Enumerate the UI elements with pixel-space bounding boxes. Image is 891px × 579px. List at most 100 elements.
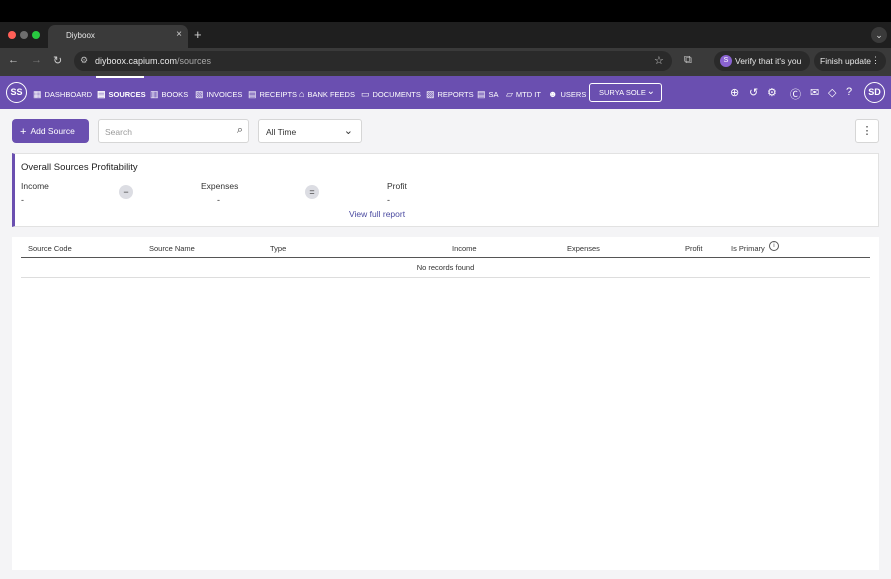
nav-sa-label: SA (488, 90, 499, 99)
column-header-expenses[interactable]: Expenses (567, 244, 600, 253)
add-circle-icon[interactable]: ⊕ (730, 86, 739, 99)
minus-operator: − (119, 185, 133, 199)
view-full-report-link[interactable]: View full report (349, 209, 405, 219)
summary-title: Overall Sources Profitability (21, 162, 138, 173)
add-source-label: Add Source (30, 126, 75, 136)
column-header-type[interactable]: Type (270, 244, 286, 253)
screen: Diyboox × + ⌄ ← → ↻ ⚙ diyboox.capium.com… (0, 0, 891, 579)
zoom-window-button[interactable] (32, 31, 40, 39)
chevron-down-icon: ⌄ (646, 86, 655, 97)
nav-bank-feeds[interactable]: ⌂ BANK FEEDS (299, 89, 355, 99)
plus-icon: + (20, 126, 27, 138)
forward-icon[interactable]: → (31, 54, 42, 66)
income-label: Income (21, 181, 49, 191)
column-header-is-primary[interactable]: Is Primary (731, 244, 765, 253)
documents-icon: ▭ (361, 89, 370, 99)
url-host: diyboox.capium.com (95, 56, 178, 66)
nav-mtd-it-label: MTD IT (515, 90, 541, 99)
minimize-window-button[interactable] (20, 31, 28, 39)
income-value: - (21, 195, 24, 205)
users-icon: ☻ (548, 89, 558, 99)
nav-sa[interactable]: ▤ SA (477, 89, 499, 100)
nav-users[interactable]: ☻ USERS (548, 89, 586, 99)
nav-mtd-it[interactable]: ▱ MTD IT (506, 89, 541, 100)
bookmark-star-icon[interactable]: ☆ (654, 54, 664, 67)
company-selector[interactable]: SURYA SOLE ⌄ (589, 83, 662, 102)
column-header-profit[interactable]: Profit (685, 244, 703, 253)
site-info-icon[interactable]: ⚙ (80, 55, 88, 66)
period-select[interactable]: All Time ⌄ (258, 119, 362, 143)
tab-close-icon[interactable]: × (176, 29, 182, 40)
nav-reports[interactable]: ▨ REPORTS (426, 89, 474, 100)
tab-search-icon[interactable]: ⌄ (871, 27, 887, 43)
invoices-icon: ▧ (195, 89, 204, 99)
profit-value: - (387, 195, 390, 205)
sa-icon: ▤ (477, 89, 486, 99)
verify-label: Verify that it's you (735, 56, 802, 66)
add-source-button[interactable]: + Add Source (12, 119, 89, 143)
nav-sources-label: SOURCES (108, 90, 146, 99)
nav-documents-label: DOCUMENTS (372, 90, 421, 99)
nav-bank-feeds-label: BANK FEEDS (307, 89, 355, 99)
browser-tab[interactable]: Diyboox × (48, 25, 188, 48)
new-tab-button[interactable]: + (194, 27, 202, 42)
nav-invoices[interactable]: ▧ INVOICES (195, 89, 242, 100)
chevron-down-icon: ⌄ (343, 125, 353, 137)
equals-operator: = (305, 185, 319, 199)
verify-identity-chip[interactable]: S Verify that it's you (714, 51, 810, 71)
url-text[interactable]: diyboox.capium.com/sources (95, 56, 211, 66)
profit-label: Profit (387, 181, 407, 191)
row-divider (21, 277, 870, 278)
nav-invoices-label: INVOICES (206, 90, 243, 99)
expenses-value: - (217, 195, 220, 205)
more-options-button[interactable]: ⋮ (855, 119, 879, 143)
user-avatar[interactable]: SS (6, 82, 27, 103)
nav-sources[interactable]: ▤ SOURCES (97, 89, 146, 100)
books-icon: ▥ (150, 89, 159, 99)
finish-update-button[interactable]: Finish update ⋮ (814, 51, 886, 71)
tab-title: Diyboox (66, 31, 95, 40)
search-input[interactable]: Search ⌕ (98, 119, 249, 143)
more-icon: ⋮ (871, 55, 880, 65)
announcement-icon[interactable]: ✉ (810, 86, 819, 99)
column-header-source-name[interactable]: Source Name (149, 244, 195, 253)
dashboard-icon: ▦ (33, 89, 42, 99)
expenses-label: Expenses (201, 181, 239, 191)
help-icon[interactable]: ? (846, 86, 852, 98)
nav-books-label: BOOKS (161, 90, 189, 99)
period-value: All Time (266, 127, 297, 137)
diamond-icon[interactable]: ◇ (828, 86, 836, 99)
reports-icon: ▨ (426, 89, 435, 99)
nav-receipts-label: RECEIPTS (259, 90, 298, 99)
column-header-income[interactable]: Income (452, 244, 477, 253)
info-icon[interactable]: i (769, 241, 779, 251)
nav-dashboard-label: DASHBOARD (44, 90, 93, 99)
url-path: /sources (177, 56, 212, 66)
header-divider (21, 257, 870, 258)
nav-users-label: USERS (560, 89, 587, 99)
nav-reports-label: REPORTS (437, 90, 474, 99)
bank-icon: ⌂ (299, 89, 305, 99)
reload-icon[interactable]: ↻ (53, 54, 62, 67)
nav-dashboard[interactable]: ▦ DASHBOARD (33, 89, 92, 100)
nav-receipts[interactable]: ▤ RECEIPTS (248, 89, 297, 100)
empty-state-message: No records found (416, 263, 475, 272)
search-icon[interactable]: ⌕ (237, 124, 243, 137)
nav-documents[interactable]: ▭ DOCUMENTS (361, 89, 421, 100)
receipts-icon: ▤ (248, 89, 257, 99)
profile-icon: S (720, 55, 732, 67)
nav-books[interactable]: ▥ BOOKS (150, 89, 188, 100)
sources-icon: ▤ (97, 89, 106, 99)
capium-logo-icon[interactable]: Ⓒ (790, 86, 801, 102)
extensions-icon[interactable]: ⧉ (684, 54, 692, 67)
profitability-summary-card: Overall Sources Profitability Income - −… (12, 153, 879, 227)
column-header-source-code[interactable]: Source Code (28, 244, 72, 253)
settings-icon[interactable]: ⚙ (767, 86, 777, 99)
close-window-button[interactable] (8, 31, 16, 39)
search-placeholder: Search (105, 127, 132, 137)
finish-update-label: Finish update (820, 56, 872, 66)
history-icon[interactable]: ↺ (749, 86, 758, 99)
profile-avatar[interactable]: SD (864, 82, 885, 103)
back-icon[interactable]: ← (8, 54, 19, 66)
company-label: SURYA SOLE (599, 88, 646, 97)
